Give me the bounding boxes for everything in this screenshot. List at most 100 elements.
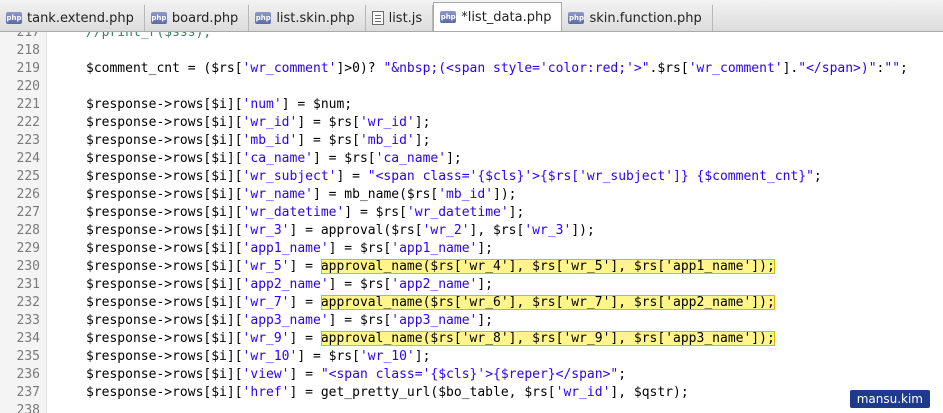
code-token: $response->rows[$i][ bbox=[86, 367, 243, 382]
code-token: $response->rows[$i][ bbox=[86, 313, 243, 328]
code-token: ] = $rs[ bbox=[313, 151, 376, 166]
php-file-icon: php bbox=[568, 12, 585, 24]
tab-tank-extend-php[interactable]: php tank.extend.php bbox=[0, 5, 145, 31]
code-token: ] = mb_name($rs[ bbox=[313, 187, 439, 202]
code-token: ] = $num; bbox=[281, 97, 353, 112]
editor-tab-bar: php tank.extend.php php board.php php list.sk… bbox=[0, 0, 943, 32]
string-literal: "&nbsp;(<span style='color:red;'>" bbox=[383, 61, 650, 76]
code-text: $response->rows[$i]['view'] = "<span cla… bbox=[86, 366, 626, 384]
line-number: 237 bbox=[16, 385, 40, 400]
tab-label: tank.extend.php bbox=[27, 10, 134, 26]
code-token: $response->rows[$i][ bbox=[86, 295, 243, 310]
string-literal: 'num' bbox=[242, 97, 282, 112]
code-token: $response->rows[$i][ bbox=[86, 205, 243, 220]
code-token: ] = $rs[ bbox=[344, 205, 407, 220]
code-line: 228 $response->rows[$i]['wr_3'] = approva… bbox=[0, 222, 943, 240]
code-token: ] = bbox=[289, 331, 321, 346]
code-token: ] = $rs[ bbox=[297, 115, 360, 130]
code-text: $response->rows[$i]['wr_10'] = $rs['wr_1… bbox=[86, 348, 430, 366]
string-literal: "" bbox=[884, 61, 901, 76]
tab-list-data-php[interactable]: php *list_data.php bbox=[433, 2, 563, 31]
code-text: $comment_cnt = ($rs['wr_comment']>0)? "&… bbox=[86, 60, 908, 78]
string-literal: "</span>)" bbox=[798, 61, 877, 76]
js-file-icon bbox=[371, 11, 384, 25]
code-text: $response->rows[$i]['num'] = $num; bbox=[86, 96, 352, 114]
string-literal: 'app1_name' bbox=[391, 241, 478, 256]
code-token: ]; bbox=[477, 241, 494, 256]
highlighted-code: approval_name($rs['wr_8'], $rs['wr_9'], … bbox=[320, 331, 775, 346]
code-token: ] = bbox=[336, 169, 368, 184]
code-line: 236 $response->rows[$i]['view'] = "<span … bbox=[0, 366, 943, 384]
string-literal: 'wr_2' bbox=[422, 223, 470, 238]
code-token: .$rs[ bbox=[649, 61, 689, 76]
string-literal: 'app2_name' bbox=[242, 277, 329, 292]
string-literal: 'wr_5' bbox=[242, 259, 290, 274]
line-number: 226 bbox=[16, 187, 40, 202]
code-line: 230 $response->rows[$i]['wr_5'] = approva… bbox=[0, 258, 943, 276]
line-number: 219 bbox=[16, 61, 40, 76]
line-number: 233 bbox=[16, 313, 40, 328]
code-token: ]; bbox=[414, 115, 431, 130]
code-line: 231 $response->rows[$i]['app2_name'] = $r… bbox=[0, 276, 943, 294]
code-token: $response->rows[$i][ bbox=[86, 277, 243, 292]
string-literal: 'wr_comment' bbox=[242, 61, 337, 76]
line-number: 221 bbox=[16, 97, 40, 112]
code-line: 217 //print_r($sss); bbox=[0, 32, 943, 42]
line-number: 235 bbox=[16, 349, 40, 364]
code-line: 222 $response->rows[$i]['wr_id'] = $rs['w… bbox=[0, 114, 943, 132]
line-number: 225 bbox=[16, 169, 40, 184]
string-literal: 'ca_name' bbox=[242, 151, 313, 166]
tab-skin-function-php[interactable]: php skin.function.php bbox=[562, 5, 713, 31]
tab-list-skin-php[interactable]: php list.skin.php bbox=[249, 5, 366, 31]
line-number: 227 bbox=[16, 205, 40, 220]
code-token: $response->rows[$i][ bbox=[86, 349, 243, 364]
tab-label: board.php bbox=[171, 10, 239, 26]
code-token: $response->rows[$i][ bbox=[86, 259, 243, 274]
code-line: 226 $response->rows[$i]['wr_name'] = mb_n… bbox=[0, 186, 943, 204]
code-token: ]; bbox=[477, 277, 494, 292]
code-text: $response->rows[$i]['ca_name'] = $rs['ca… bbox=[86, 150, 462, 168]
line-number: 236 bbox=[16, 367, 40, 382]
string-literal: 'app3_name' bbox=[391, 313, 478, 328]
code-token: ]; bbox=[446, 151, 462, 166]
code-text: $response->rows[$i]['wr_subject'] = "<sp… bbox=[86, 168, 822, 186]
code-text: $response->rows[$i]['wr_id'] = $rs['wr_i… bbox=[86, 114, 430, 132]
string-literal: 'wr_id' bbox=[359, 115, 415, 130]
string-literal: 'wr_9' bbox=[242, 331, 290, 346]
code-editor[interactable]: 217 //print_r($sss); 218 219 $comment_cnt = … bbox=[0, 32, 943, 413]
code-line: 235 $response->rows[$i]['wr_10'] = $rs['w… bbox=[0, 348, 943, 366]
tab-list-js[interactable]: list.js bbox=[366, 5, 434, 31]
code-token: $response->rows[$i][ bbox=[86, 151, 243, 166]
line-number: 223 bbox=[16, 133, 40, 148]
code-token: ]; bbox=[414, 349, 431, 364]
code-text: $response->rows[$i]['app3_name'] = $rs['… bbox=[86, 312, 493, 330]
line-number: 217 bbox=[16, 32, 40, 40]
code-text: $response->rows[$i]['wr_datetime'] = $rs… bbox=[86, 204, 524, 222]
code-token: ] = $rs[ bbox=[328, 277, 392, 292]
line-number: 222 bbox=[16, 115, 40, 130]
string-literal: 'wr_datetime' bbox=[406, 205, 509, 220]
code-token: $response->rows[$i][ bbox=[86, 187, 243, 202]
line-number: 229 bbox=[16, 241, 40, 256]
code-token: $response->rows[$i][ bbox=[86, 223, 243, 238]
php-file-icon: php bbox=[6, 12, 22, 24]
tab-board-php[interactable]: php board.php bbox=[145, 5, 250, 31]
code-token: $response->rows[$i][ bbox=[86, 133, 243, 148]
code-token: ], $rs[ bbox=[469, 223, 525, 238]
code-token: ]; bbox=[508, 205, 525, 220]
code-token: $comment_cnt = ($rs[ bbox=[86, 61, 243, 76]
tab-label: skin.function.php bbox=[589, 10, 702, 26]
line-number: 231 bbox=[16, 277, 40, 292]
string-literal: 'wr_datetime' bbox=[242, 205, 345, 220]
line-number: 238 bbox=[16, 403, 40, 413]
string-literal: 'ca_name' bbox=[375, 151, 447, 166]
code-token: ]>0)? bbox=[336, 61, 384, 76]
php-file-icon: php bbox=[255, 12, 272, 24]
code-token: ]; bbox=[414, 133, 431, 148]
code-line: 218 bbox=[0, 42, 943, 60]
code-token: $response->rows[$i][ bbox=[86, 331, 243, 346]
code-token: ] = bbox=[289, 295, 321, 310]
string-literal: 'view' bbox=[242, 367, 290, 382]
code-token: ] = $rs[ bbox=[328, 241, 392, 256]
line-number: 234 bbox=[16, 331, 40, 346]
